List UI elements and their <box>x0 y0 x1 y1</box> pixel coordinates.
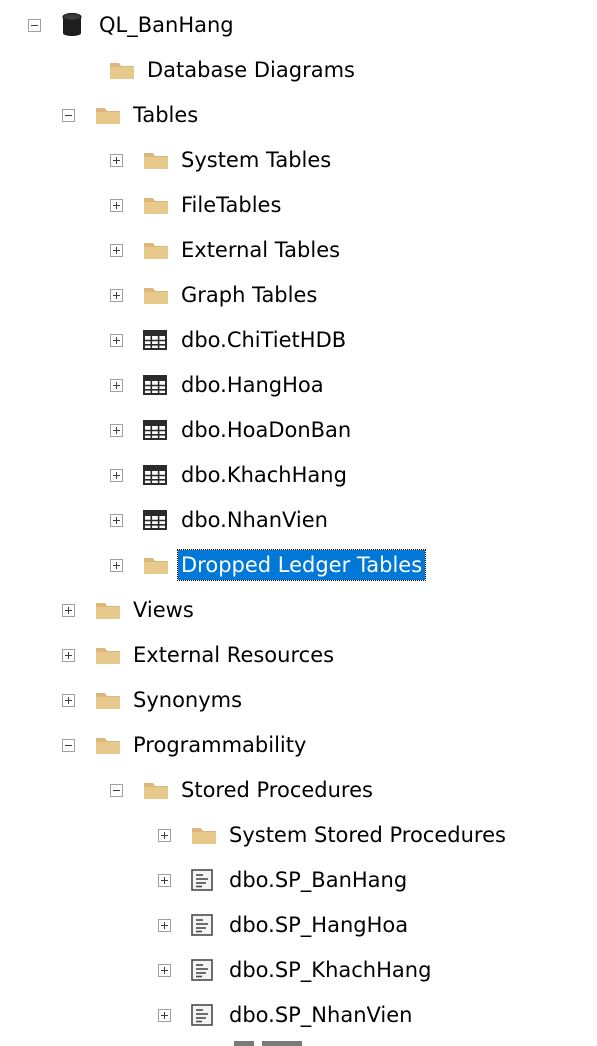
tree-node-label: dbo.NhanVien <box>181 508 328 532</box>
folder-icon <box>142 236 172 264</box>
expander-icon[interactable] <box>110 423 123 437</box>
tree-node-external-resources[interactable]: External Resources <box>62 635 337 675</box>
table-icon <box>142 506 172 534</box>
clipped-icon-fragment <box>234 1041 254 1046</box>
stored-procedure-icon <box>190 866 220 894</box>
tree-node-label: dbo.SP_BanHang <box>229 868 408 892</box>
tree-node-filetables[interactable]: FileTables <box>110 185 284 225</box>
expander-icon[interactable] <box>110 558 123 572</box>
tree-node-label: Synonyms <box>133 688 243 712</box>
folder-icon <box>190 821 220 849</box>
expander-icon[interactable] <box>110 198 123 212</box>
table-icon <box>142 371 172 399</box>
tree-node-programmability[interactable]: Programmability <box>62 725 309 765</box>
tree-node-ql-banhang[interactable]: QL_BanHang <box>28 5 237 45</box>
folder-icon <box>142 191 172 219</box>
tree-node-label: dbo.SP_HangHoa <box>229 913 409 937</box>
table-icon <box>142 416 172 444</box>
tree-node-tables[interactable]: Tables <box>62 95 201 135</box>
tree-node-system-stored-procedures[interactable]: System Stored Procedures <box>158 815 509 855</box>
tree-node-dbo-sp-nhanvien[interactable]: dbo.SP_NhanVien <box>158 995 415 1035</box>
expander-icon[interactable] <box>110 288 123 302</box>
expander-icon[interactable] <box>158 1008 171 1022</box>
folder-icon <box>142 146 172 174</box>
tree-node-label: Tables <box>133 103 199 127</box>
expander-icon[interactable] <box>110 333 123 347</box>
expander-icon[interactable] <box>110 378 123 392</box>
tree-node-graph-tables[interactable]: Graph Tables <box>110 275 320 315</box>
tree-node-dbo-sp-banhang[interactable]: dbo.SP_BanHang <box>158 860 410 900</box>
tree-node-dbo-hoadonban[interactable]: dbo.HoaDonBan <box>110 410 354 450</box>
expander-icon[interactable] <box>110 468 123 482</box>
tree-node-database-diagrams[interactable]: Database Diagrams <box>108 50 358 90</box>
tree-node-label: Database Diagrams <box>147 58 355 82</box>
folder-icon <box>94 686 124 714</box>
tree-node-label: QL_BanHang <box>99 13 234 37</box>
tree-node-dbo-sp-hanghoa[interactable]: dbo.SP_HangHoa <box>158 905 411 945</box>
tree-node-label: External Tables <box>181 238 341 262</box>
tree-node-label: dbo.KhachHang <box>181 463 347 487</box>
folder-icon <box>142 776 172 804</box>
object-explorer-tree: QL_BanHang Database Diagrams Tables Syst… <box>0 0 597 1046</box>
stored-procedure-icon <box>190 956 220 984</box>
table-icon <box>142 326 172 354</box>
stored-procedure-icon <box>190 911 220 939</box>
table-icon <box>142 461 172 489</box>
folder-icon <box>94 101 124 129</box>
tree-node-label: System Tables <box>181 148 332 172</box>
folder-icon <box>94 731 124 759</box>
folder-icon <box>142 551 172 579</box>
tree-node-label: dbo.ChiTietHDB <box>181 328 347 352</box>
database-icon <box>60 11 90 39</box>
expander-icon[interactable] <box>62 108 75 122</box>
tree-node-label: System Stored Procedures <box>229 823 506 847</box>
expander-icon[interactable] <box>110 513 123 527</box>
tree-node-dbo-sp-khachhang[interactable]: dbo.SP_KhachHang <box>158 950 434 990</box>
expander-icon[interactable] <box>158 918 171 932</box>
clipped-next-node <box>232 1038 342 1046</box>
tree-node-label: dbo.HoaDonBan <box>181 418 352 442</box>
tree-node-dbo-nhanvien[interactable]: dbo.NhanVien <box>110 500 331 540</box>
expander-icon[interactable] <box>62 693 75 707</box>
tree-node-label: dbo.HangHoa <box>181 373 324 397</box>
tree-node-label: Programmability <box>133 733 307 757</box>
tree-node-external-tables[interactable]: External Tables <box>110 230 343 270</box>
expander-icon[interactable] <box>158 873 171 887</box>
expander-icon[interactable] <box>158 963 171 977</box>
expander-icon[interactable] <box>62 603 75 617</box>
tree-node-label: Graph Tables <box>181 283 318 307</box>
folder-icon <box>142 281 172 309</box>
folder-icon <box>94 641 124 669</box>
tree-node-label: Views <box>133 598 194 622</box>
tree-node-dbo-khachhang[interactable]: dbo.KhachHang <box>110 455 350 495</box>
tree-node-label: Dropped Ledger Tables <box>176 549 427 581</box>
tree-node-dropped-ledger-tables[interactable]: Dropped Ledger Tables <box>110 545 427 585</box>
folder-icon <box>94 596 124 624</box>
expander-icon[interactable] <box>110 243 123 257</box>
expander-icon[interactable] <box>158 828 171 842</box>
expander-icon[interactable] <box>62 738 75 752</box>
expander-icon[interactable] <box>110 153 123 167</box>
tree-node-label: External Resources <box>133 643 335 667</box>
expander-icon[interactable] <box>62 648 75 662</box>
tree-node-label: dbo.SP_NhanVien <box>229 1003 413 1027</box>
folder-icon <box>108 56 138 84</box>
clipped-label-fragment <box>262 1041 302 1046</box>
tree-node-label: Stored Procedures <box>181 778 373 802</box>
tree-node-stored-procedures[interactable]: Stored Procedures <box>110 770 376 810</box>
tree-node-dbo-hanghoa[interactable]: dbo.HangHoa <box>110 365 327 405</box>
expander-icon[interactable] <box>110 783 123 797</box>
tree-node-label: FileTables <box>181 193 282 217</box>
tree-node-label: dbo.SP_KhachHang <box>229 958 432 982</box>
tree-node-system-tables[interactable]: System Tables <box>110 140 334 180</box>
expander-icon[interactable] <box>28 18 41 32</box>
tree-node-dbo-chitiethdb[interactable]: dbo.ChiTietHDB <box>110 320 349 360</box>
tree-node-synonyms[interactable]: Synonyms <box>62 680 245 720</box>
tree-node-views[interactable]: Views <box>62 590 197 630</box>
stored-procedure-icon <box>190 1001 220 1029</box>
